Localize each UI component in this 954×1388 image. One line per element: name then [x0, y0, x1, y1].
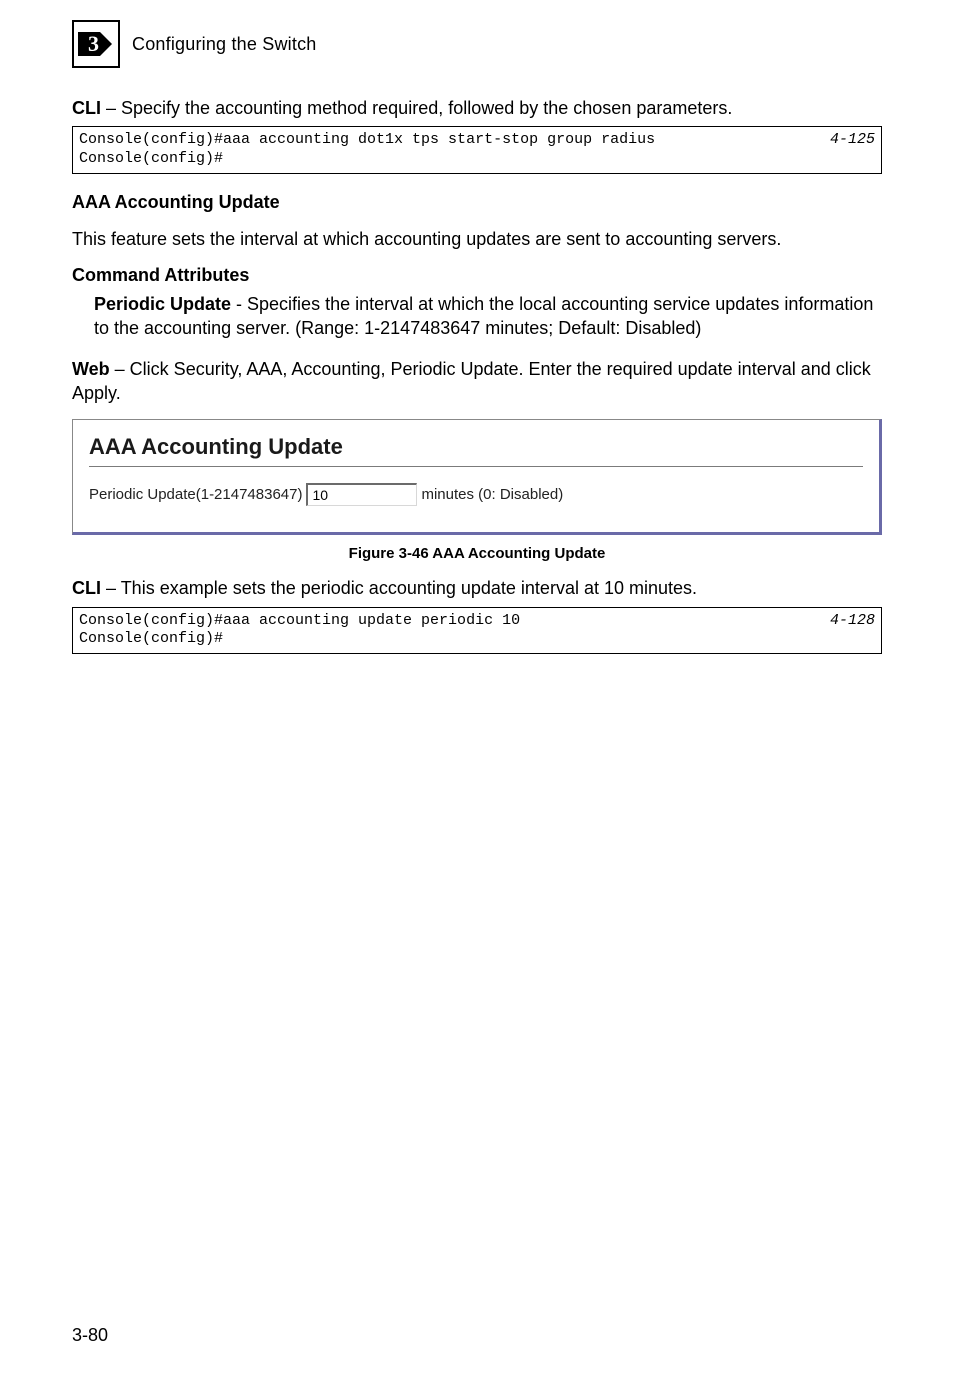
- chapter-icon: 3: [76, 24, 116, 64]
- web-instructions: Web – Click Security, AAA, Accounting, P…: [72, 357, 882, 406]
- chapter-number-glyph: 3: [88, 31, 99, 56]
- chapter-number-box: 3: [72, 20, 120, 68]
- cli-bold-1: CLI: [72, 98, 101, 118]
- aaa-accounting-update-panel: AAA Accounting Update Periodic Update(1-…: [72, 419, 882, 535]
- page-number: 3-80: [72, 1325, 108, 1346]
- figure-caption: Figure 3-46 AAA Accounting Update: [72, 545, 882, 562]
- command-attributes-heading: Command Attributes: [72, 265, 882, 286]
- periodic-bold: Periodic Update: [94, 294, 231, 314]
- code-ref-1: 4-125: [830, 131, 875, 169]
- feature-description: This feature sets the interval at which …: [72, 227, 882, 251]
- periodic-field-label-prefix: Periodic Update(1-2147483647): [89, 486, 302, 503]
- code-block-2: Console(config)#aaa accounting update pe…: [72, 607, 882, 655]
- code-block-1: Console(config)#aaa accounting dot1x tps…: [72, 126, 882, 174]
- header-title: Configuring the Switch: [132, 34, 317, 55]
- web-bold: Web: [72, 359, 110, 379]
- cli-intro-1: CLI – Specify the accounting method requ…: [72, 96, 882, 120]
- code-text-1: Console(config)#aaa accounting dot1x tps…: [79, 131, 655, 169]
- section-heading: AAA Accounting Update: [72, 192, 882, 213]
- panel-rule: [89, 466, 863, 467]
- code-ref-2: 4-128: [830, 612, 875, 650]
- panel-title: AAA Accounting Update: [89, 434, 863, 460]
- running-header: 3 Configuring the Switch: [72, 20, 882, 68]
- periodic-update-row: Periodic Update(1-2147483647) minutes (0…: [89, 483, 863, 506]
- periodic-update-attr: Periodic Update - Specifies the interval…: [94, 292, 882, 341]
- cli-rest-1: – Specify the accounting method required…: [101, 98, 732, 118]
- periodic-update-input[interactable]: [306, 483, 417, 506]
- cli-intro-2: CLI – This example sets the periodic acc…: [72, 576, 882, 600]
- periodic-field-label-suffix: minutes (0: Disabled): [421, 486, 563, 503]
- cli-bold-2: CLI: [72, 578, 101, 598]
- code-text-2: Console(config)#aaa accounting update pe…: [79, 612, 520, 650]
- cli-rest-2: – This example sets the periodic account…: [101, 578, 697, 598]
- web-rest: – Click Security, AAA, Accounting, Perio…: [72, 359, 871, 403]
